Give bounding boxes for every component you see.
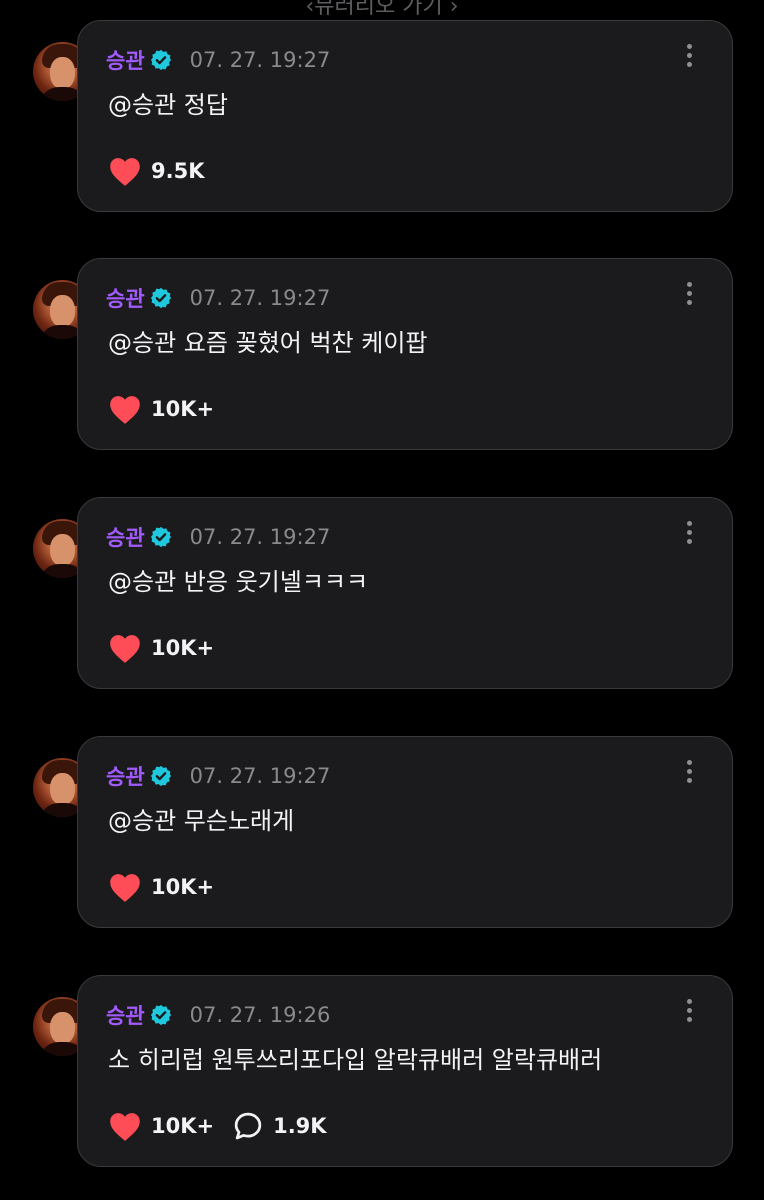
post-stats: 10K+ xyxy=(108,871,214,903)
post-header: 승관 07. 27. 19:27 xyxy=(106,45,330,75)
post-text: @승관 반응 웃기넬ㅋㅋㅋ xyxy=(108,568,369,596)
heart-icon[interactable] xyxy=(108,633,142,664)
verified-badge-icon xyxy=(150,765,171,787)
post-bubble[interactable]: 승관 07. 27. 19:27 @승관 반응 웃기넬ㅋㅋㅋ 10K+ xyxy=(77,497,733,689)
post-bubble[interactable]: 승관 07. 27. 19:26 소 히리럽 원투쓰리포다입 알락큐배러 알락큐… xyxy=(77,975,733,1167)
like-count: 10K+ xyxy=(151,397,215,421)
post-card: 승관 07. 27. 19:27 @승관 정답 9.5K xyxy=(0,20,764,212)
more-options-icon[interactable] xyxy=(687,999,693,1025)
post-card: 승관 07. 27. 19:27 @승관 무슨노래게 10K+ xyxy=(0,736,764,928)
heart-icon[interactable] xyxy=(108,156,142,187)
post-header: 승관 07. 27. 19:27 xyxy=(106,283,330,313)
more-options-icon[interactable] xyxy=(687,282,693,308)
post-bubble[interactable]: 승관 07. 27. 19:27 @승관 요즘 꽂혔어 벅찬 케이팝 10K+ xyxy=(77,258,733,450)
post-card: 승관 07. 27. 19:26 소 히리럽 원투쓰리포다입 알락큐배러 알락큐… xyxy=(0,975,764,1167)
more-options-icon[interactable] xyxy=(687,760,693,786)
post-bubble[interactable]: 승관 07. 27. 19:27 @승관 정답 9.5K xyxy=(77,20,733,212)
post-stats: 10K+ xyxy=(108,393,214,425)
username[interactable]: 승관 xyxy=(106,761,145,791)
username[interactable]: 승관 xyxy=(106,522,145,552)
like-count: 10K+ xyxy=(151,1114,215,1138)
post-stats: 9.5K xyxy=(108,155,204,187)
post-card: 승관 07. 27. 19:27 @승관 요즘 꽂혔어 벅찬 케이팝 10K+ xyxy=(0,258,764,450)
comment-icon[interactable] xyxy=(232,1111,264,1141)
post-stats: 10K+ 1.9K xyxy=(108,1110,327,1142)
username[interactable]: 승관 xyxy=(106,45,145,75)
timestamp: 07. 27. 19:27 xyxy=(189,286,331,310)
verified-badge-icon xyxy=(150,526,171,548)
post-text: @승관 무슨노래게 xyxy=(108,807,295,835)
timestamp: 07. 27. 19:27 xyxy=(189,525,331,549)
more-options-icon[interactable] xyxy=(687,44,693,70)
like-count: 10K+ xyxy=(151,875,215,899)
like-count: 10K+ xyxy=(151,636,215,660)
post-text: 소 히리럽 원투쓰리포다입 알락큐배러 알락큐배러 xyxy=(108,1046,603,1074)
post-stats: 10K+ xyxy=(108,632,214,664)
post-card: 승관 07. 27. 19:27 @승관 반응 웃기넬ㅋㅋㅋ 10K+ xyxy=(0,497,764,689)
post-text: @승관 정답 xyxy=(108,91,228,119)
username[interactable]: 승관 xyxy=(106,283,145,313)
verified-badge-icon xyxy=(150,49,171,71)
heart-icon[interactable] xyxy=(108,1111,142,1142)
like-count: 9.5K xyxy=(151,159,205,183)
post-header: 승관 07. 27. 19:27 xyxy=(106,761,330,791)
heart-icon[interactable] xyxy=(108,872,142,903)
post-bubble[interactable]: 승관 07. 27. 19:27 @승관 무슨노래게 10K+ xyxy=(77,736,733,928)
timestamp: 07. 27. 19:27 xyxy=(189,48,331,72)
more-options-icon[interactable] xyxy=(687,521,693,547)
post-text: @승관 요즘 꽂혔어 벅찬 케이팝 xyxy=(108,329,428,357)
timestamp: 07. 27. 19:27 xyxy=(189,764,331,788)
username[interactable]: 승관 xyxy=(106,1000,145,1030)
verified-badge-icon xyxy=(150,287,171,309)
post-header: 승관 07. 27. 19:27 xyxy=(106,522,330,552)
go-to-page-link[interactable]: ‹뮤러리오 가기 › xyxy=(0,0,764,20)
heart-icon[interactable] xyxy=(108,394,142,425)
comment-count: 1.9K xyxy=(273,1114,327,1138)
timestamp: 07. 27. 19:26 xyxy=(189,1003,331,1027)
verified-badge-icon xyxy=(150,1004,171,1026)
post-header: 승관 07. 27. 19:26 xyxy=(106,1000,330,1030)
